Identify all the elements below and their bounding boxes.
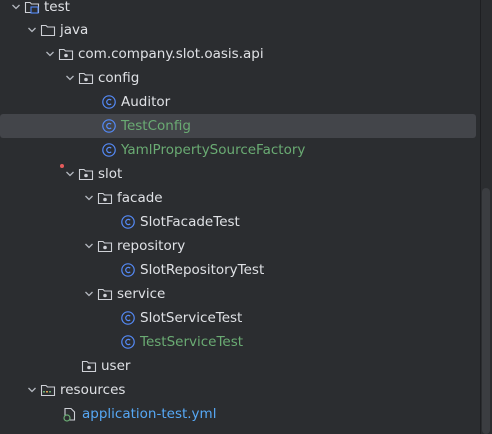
tree-node-config[interactable]: config — [0, 66, 476, 90]
chevron-down-icon[interactable] — [24, 18, 40, 42]
class-icon — [120, 310, 136, 326]
tree-node-package[interactable]: com.company.slot.oasis.api — [0, 42, 476, 66]
tree-node-label: SlotServiceTest — [140, 310, 243, 326]
tree-node-label: service — [117, 286, 166, 302]
tree-node-yaml-property-source-factory[interactable]: YamlPropertySourceFactory — [0, 138, 476, 162]
tree-node-repository[interactable]: repository — [0, 234, 476, 258]
tree-node-label: application-test.yml — [82, 406, 217, 422]
tree-node-test[interactable]: test — [0, 0, 476, 19]
folder-icon — [40, 22, 56, 38]
class-icon — [120, 262, 136, 278]
chevron-down-icon[interactable] — [81, 234, 97, 258]
chevron-down-icon[interactable] — [62, 66, 78, 90]
tree-node-user[interactable]: user — [0, 354, 476, 378]
tree-node-resources[interactable]: resources — [0, 378, 476, 402]
class-icon — [120, 334, 136, 350]
tree-node-facade[interactable]: facade — [0, 186, 476, 210]
tree-node-label: user — [101, 358, 131, 374]
panel-divider[interactable] — [480, 0, 481, 434]
vertical-scrollbar[interactable] — [482, 188, 490, 434]
tree-node-test-config[interactable]: TestConfig — [0, 114, 476, 138]
project-tree: test java com.company.slot.oasis.api con… — [0, 0, 480, 434]
chevron-down-icon[interactable] — [62, 162, 78, 186]
class-icon — [101, 142, 117, 158]
chevron-down-icon[interactable] — [8, 0, 24, 19]
package-icon — [78, 166, 94, 182]
class-icon — [101, 94, 117, 110]
tree-node-slot-repository-test[interactable]: SlotRepositoryTest — [0, 258, 476, 282]
tree-node-auditor[interactable]: Auditor — [0, 90, 476, 114]
test-root-folder-icon — [24, 0, 40, 15]
tree-node-slot[interactable]: slot — [0, 162, 476, 186]
class-icon — [101, 118, 117, 134]
chevron-down-icon[interactable] — [81, 282, 97, 306]
tree-node-java[interactable]: java — [0, 18, 476, 42]
tree-node-label: config — [98, 70, 140, 86]
tree-node-service[interactable]: service — [0, 282, 476, 306]
tree-node-label: SlotRepositoryTest — [140, 262, 265, 278]
tree-node-label: slot — [98, 166, 123, 182]
tree-node-label: java — [60, 22, 89, 38]
tree-node-test-service-test[interactable]: TestServiceTest — [0, 330, 476, 354]
tree-node-application-test-yml[interactable]: application-test.yml — [0, 402, 476, 426]
package-icon — [81, 358, 97, 374]
tree-node-label: Auditor — [121, 94, 171, 110]
package-icon — [97, 238, 113, 254]
tree-node-slot-facade-test[interactable]: SlotFacadeTest — [0, 210, 476, 234]
tree-node-label: SlotFacadeTest — [140, 214, 240, 230]
chevron-down-icon[interactable] — [42, 42, 58, 66]
yaml-file-icon — [62, 406, 78, 422]
tree-node-label: repository — [117, 238, 186, 254]
package-icon — [97, 190, 113, 206]
package-icon — [58, 46, 74, 62]
tree-node-slot-service-test[interactable]: SlotServiceTest — [0, 306, 476, 330]
package-icon — [97, 286, 113, 302]
tree-node-label: facade — [117, 190, 163, 206]
package-icon — [78, 70, 94, 86]
chevron-down-icon[interactable] — [81, 186, 97, 210]
tree-node-label: YamlPropertySourceFactory — [121, 142, 306, 158]
tree-node-label: com.company.slot.oasis.api — [78, 46, 264, 62]
tree-node-label: resources — [60, 382, 126, 398]
tree-node-label: TestServiceTest — [140, 334, 244, 350]
chevron-down-icon[interactable] — [24, 378, 40, 402]
resources-folder-icon — [40, 382, 56, 398]
class-icon — [120, 214, 136, 230]
tree-node-label: TestConfig — [121, 118, 191, 134]
error-marker-icon — [60, 164, 64, 168]
tree-node-label: test — [44, 0, 70, 15]
